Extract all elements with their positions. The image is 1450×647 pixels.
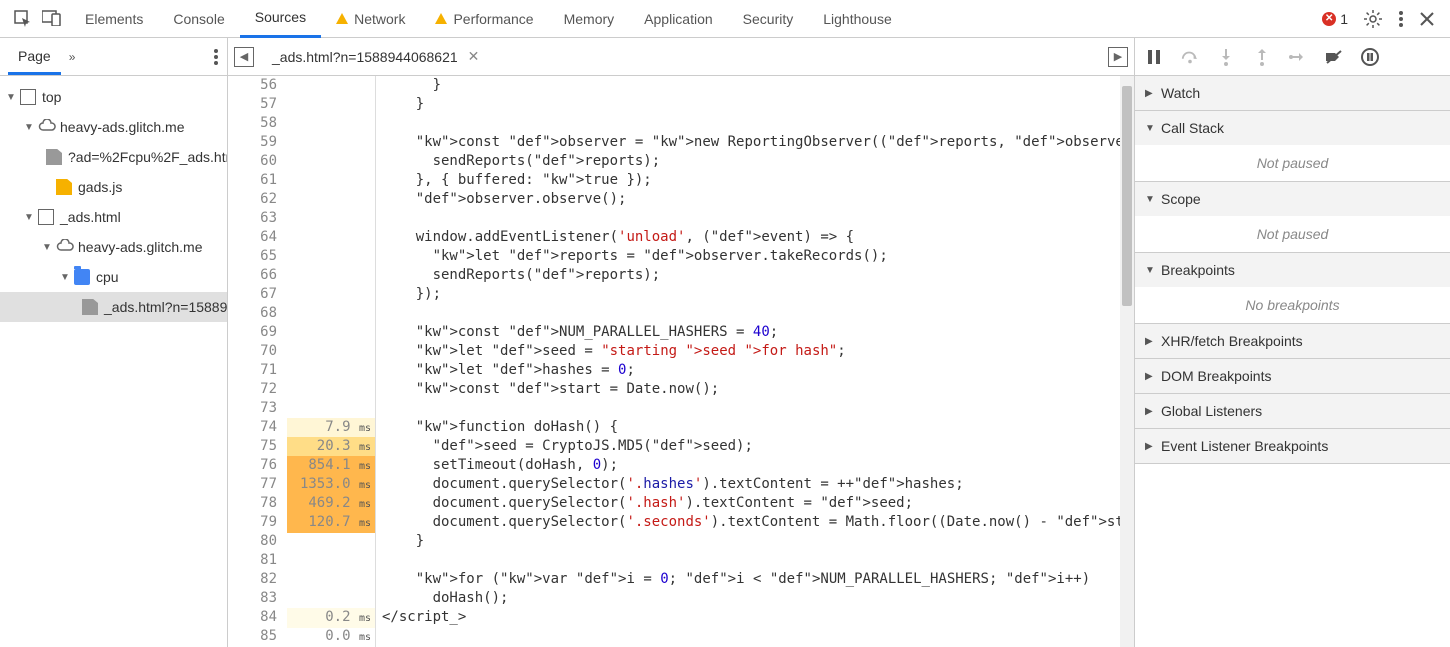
file-tab[interactable]: _ads.html?n=1588944068621 ✕: [262, 40, 489, 73]
close-tab-icon[interactable]: ✕: [468, 48, 480, 65]
tree-item[interactable]: gads.js: [0, 172, 227, 202]
more-tabs-icon[interactable]: »: [61, 50, 84, 64]
tab-performance[interactable]: Performance: [420, 1, 548, 37]
close-icon[interactable]: [1420, 12, 1434, 26]
debugger-panel: ▶Watch ▼Call Stack Not paused ▼Scope Not…: [1135, 38, 1450, 647]
section-breakpoints[interactable]: ▼Breakpoints: [1135, 253, 1450, 287]
tree-item[interactable]: ?ad=%2Fcpu%2F_ads.html: [0, 142, 227, 172]
tree-item[interactable]: ▼heavy-ads.glitch.me: [0, 232, 227, 262]
kebab-icon[interactable]: [213, 48, 219, 66]
inspect-icon[interactable]: [14, 10, 32, 28]
tree-item[interactable]: ▼top: [0, 82, 227, 112]
tab-elements[interactable]: Elements: [70, 1, 158, 37]
navigator-sidebar: Page » ▼top▼heavy-ads.glitch.me?ad=%2Fcp…: [0, 38, 228, 647]
code-editor[interactable]: 565758596061626364656667686970717273747.…: [228, 76, 1134, 647]
warning-icon: [435, 13, 447, 24]
step-into-icon[interactable]: [1217, 48, 1235, 66]
tab-lighthouse[interactable]: Lighthouse: [808, 1, 907, 37]
section-scope[interactable]: ▼Scope: [1135, 182, 1450, 216]
section-dom[interactable]: ▶DOM Breakpoints: [1135, 359, 1450, 393]
step-over-icon[interactable]: [1181, 48, 1199, 66]
scope-body: Not paused: [1135, 216, 1450, 252]
error-icon: ✕: [1322, 12, 1336, 26]
section-watch[interactable]: ▶Watch: [1135, 76, 1450, 110]
tab-memory[interactable]: Memory: [549, 1, 630, 37]
section-xhr[interactable]: ▶XHR/fetch Breakpoints: [1135, 324, 1450, 358]
device-toggle-icon[interactable]: [42, 10, 62, 28]
tree-item[interactable]: ▼heavy-ads.glitch.me: [0, 112, 227, 142]
section-event[interactable]: ▶Event Listener Breakpoints: [1135, 429, 1450, 463]
pause-exceptions-icon[interactable]: [1361, 48, 1379, 66]
deactivate-breakpoints-icon[interactable]: [1325, 48, 1343, 66]
breakpoints-body: No breakpoints: [1135, 287, 1450, 323]
tree-item[interactable]: ▼cpu: [0, 262, 227, 292]
kebab-icon[interactable]: [1398, 10, 1404, 28]
editor-area: ◀ _ads.html?n=1588944068621 ✕ ▶ 56575859…: [228, 38, 1135, 647]
tab-network[interactable]: Network: [321, 1, 420, 37]
tab-sources[interactable]: Sources: [240, 0, 321, 38]
section-global[interactable]: ▶Global Listeners: [1135, 394, 1450, 428]
vertical-scrollbar[interactable]: [1120, 76, 1134, 647]
step-out-icon[interactable]: [1253, 48, 1271, 66]
section-callstack[interactable]: ▼Call Stack: [1135, 111, 1450, 145]
tree-item[interactable]: _ads.html?n=1588944068621: [0, 292, 227, 322]
file-tree: ▼top▼heavy-ads.glitch.me?ad=%2Fcpu%2F_ad…: [0, 76, 227, 328]
tree-item[interactable]: ▼_ads.html: [0, 202, 227, 232]
callstack-body: Not paused: [1135, 145, 1450, 181]
pause-icon[interactable]: [1145, 48, 1163, 66]
navigator-tab-page[interactable]: Page: [8, 38, 61, 75]
tab-console[interactable]: Console: [158, 1, 239, 37]
error-badge[interactable]: ✕ 1: [1322, 11, 1348, 27]
warning-icon: [336, 13, 348, 24]
devtools-main-tabs: Elements Console Sources Network Perform…: [0, 0, 1450, 38]
gear-icon[interactable]: [1364, 10, 1382, 28]
nav-back-icon[interactable]: ◀: [234, 47, 254, 67]
tab-application[interactable]: Application: [629, 1, 728, 37]
nav-forward-icon[interactable]: ▶: [1108, 47, 1128, 67]
tab-security[interactable]: Security: [728, 1, 809, 37]
step-icon[interactable]: [1289, 48, 1307, 66]
